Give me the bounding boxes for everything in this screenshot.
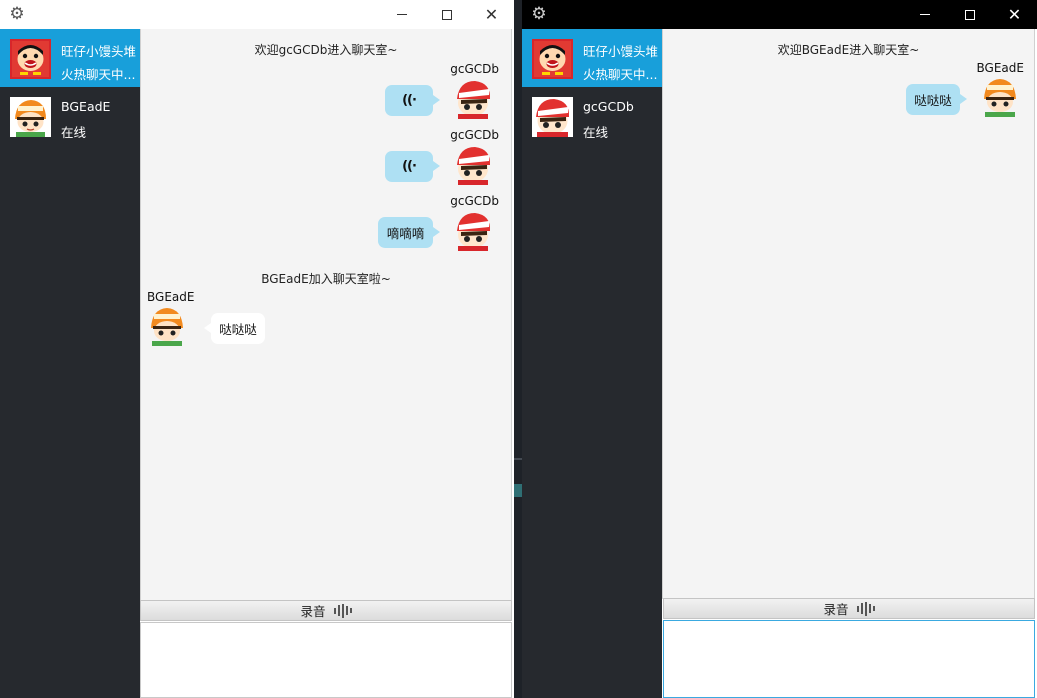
gear-icon[interactable]: ⚙	[530, 5, 548, 23]
close-button[interactable]: ✕	[992, 0, 1037, 29]
contact-name: 旺仔小馒头堆	[583, 44, 659, 59]
contact-item-gcgcdb[interactable]: gcGCDb 在线	[522, 87, 662, 145]
background-fragment	[514, 458, 522, 460]
message-input[interactable]	[140, 622, 512, 698]
window-controls: ✕	[379, 0, 514, 29]
maximize-button[interactable]	[947, 0, 992, 29]
record-button[interactable]: 录音	[140, 600, 512, 621]
contact-item-group[interactable]: 旺仔小馒头堆 火热聊天中...	[0, 29, 140, 87]
contact-list: 旺仔小馒头堆 火热聊天中... gcGCDb 在线	[522, 29, 662, 698]
minimize-button[interactable]	[902, 0, 947, 29]
avatar-wangzai-icon	[10, 39, 51, 79]
voice-message-bubble[interactable]: ((·	[385, 85, 440, 116]
contact-status: 在线	[583, 125, 609, 140]
sender-name: gcGCDb	[450, 62, 499, 76]
contact-status: 在线	[61, 125, 87, 140]
avatar-milk-icon	[532, 97, 573, 137]
chat-window-bgeade: ⚙ ✕ 旺仔小馒头堆 火热聊天中... gcGCDb 在线 欢迎BGEadE进入…	[522, 0, 1037, 698]
contact-name: gcGCDb	[583, 99, 634, 114]
sender-name: BGEadE	[976, 61, 1024, 75]
background-strip	[514, 0, 522, 698]
close-icon: ✕	[484, 4, 499, 24]
avatar-orange-hat-icon	[984, 79, 1016, 117]
contact-list: 旺仔小馒头堆 火热聊天中... BGEadE 在线	[0, 29, 140, 698]
contact-status: 火热聊天中...	[61, 67, 136, 82]
maximize-icon	[441, 9, 452, 20]
record-button[interactable]: 录音	[663, 598, 1035, 619]
maximize-button[interactable]	[424, 0, 469, 29]
sender-name: gcGCDb	[450, 128, 499, 142]
system-message-join: BGEadE加入聊天室啦~	[261, 272, 391, 286]
record-label: 录音	[823, 602, 849, 617]
sender-name: gcGCDb	[450, 194, 499, 208]
system-message-welcome: 欢迎gcGCDb进入聊天室~	[254, 43, 398, 57]
contact-name: 旺仔小馒头堆	[61, 44, 137, 59]
text-message-bubble[interactable]: 嘀嘀嘀	[378, 217, 440, 248]
avatar-orange-hat-icon	[10, 97, 51, 137]
message-input[interactable]	[663, 620, 1035, 698]
avatar-milk-icon	[457, 81, 491, 119]
text-message-bubble[interactable]: 哒哒哒	[906, 84, 967, 115]
avatar-orange-hat-icon	[151, 308, 183, 346]
avatar-wangzai-icon	[532, 39, 573, 79]
title-bar[interactable]: ⚙ ✕	[0, 0, 514, 29]
avatar-milk-icon	[457, 213, 491, 251]
message-area[interactable]: 欢迎gcGCDb进入聊天室~ gcGCDb ((· gcGCDb ((· gcG…	[140, 29, 512, 600]
record-label: 录音	[300, 604, 326, 619]
close-button[interactable]: ✕	[469, 0, 514, 29]
minimize-icon	[919, 14, 930, 15]
text-message-bubble[interactable]: 哒哒哒	[204, 313, 265, 344]
voice-playback-icon: ((·	[402, 93, 417, 108]
background-fragment	[514, 484, 522, 497]
chat-window-gcgcdb: ⚙ ✕ 旺仔小馒头堆 火热聊天中... BGEadE 在线 欢迎gcGCDb进入…	[0, 0, 514, 698]
title-bar[interactable]: ⚙ ✕	[522, 0, 1037, 29]
system-message-welcome: 欢迎BGEadE进入聊天室~	[777, 43, 920, 57]
contact-item-bgeade[interactable]: BGEadE 在线	[0, 87, 140, 145]
gear-icon[interactable]: ⚙	[8, 5, 26, 23]
maximize-icon	[964, 9, 975, 20]
voice-message-bubble[interactable]: ((·	[385, 151, 440, 182]
close-icon: ✕	[1007, 4, 1022, 24]
avatar-milk-icon	[457, 147, 491, 185]
message-area[interactable]: 欢迎BGEadE进入聊天室~ BGEadE 哒哒哒	[662, 29, 1035, 599]
sound-wave-icon	[856, 601, 875, 616]
contact-name: BGEadE	[61, 99, 111, 114]
voice-playback-icon: ((·	[402, 159, 417, 174]
minimize-icon	[396, 14, 407, 15]
contact-item-group[interactable]: 旺仔小馒头堆 火热聊天中...	[522, 29, 662, 87]
minimize-button[interactable]	[379, 0, 424, 29]
window-controls: ✕	[902, 0, 1037, 29]
contact-status: 火热聊天中...	[583, 67, 658, 82]
sender-name: BGEadE	[147, 290, 195, 304]
sound-wave-icon	[333, 603, 352, 618]
